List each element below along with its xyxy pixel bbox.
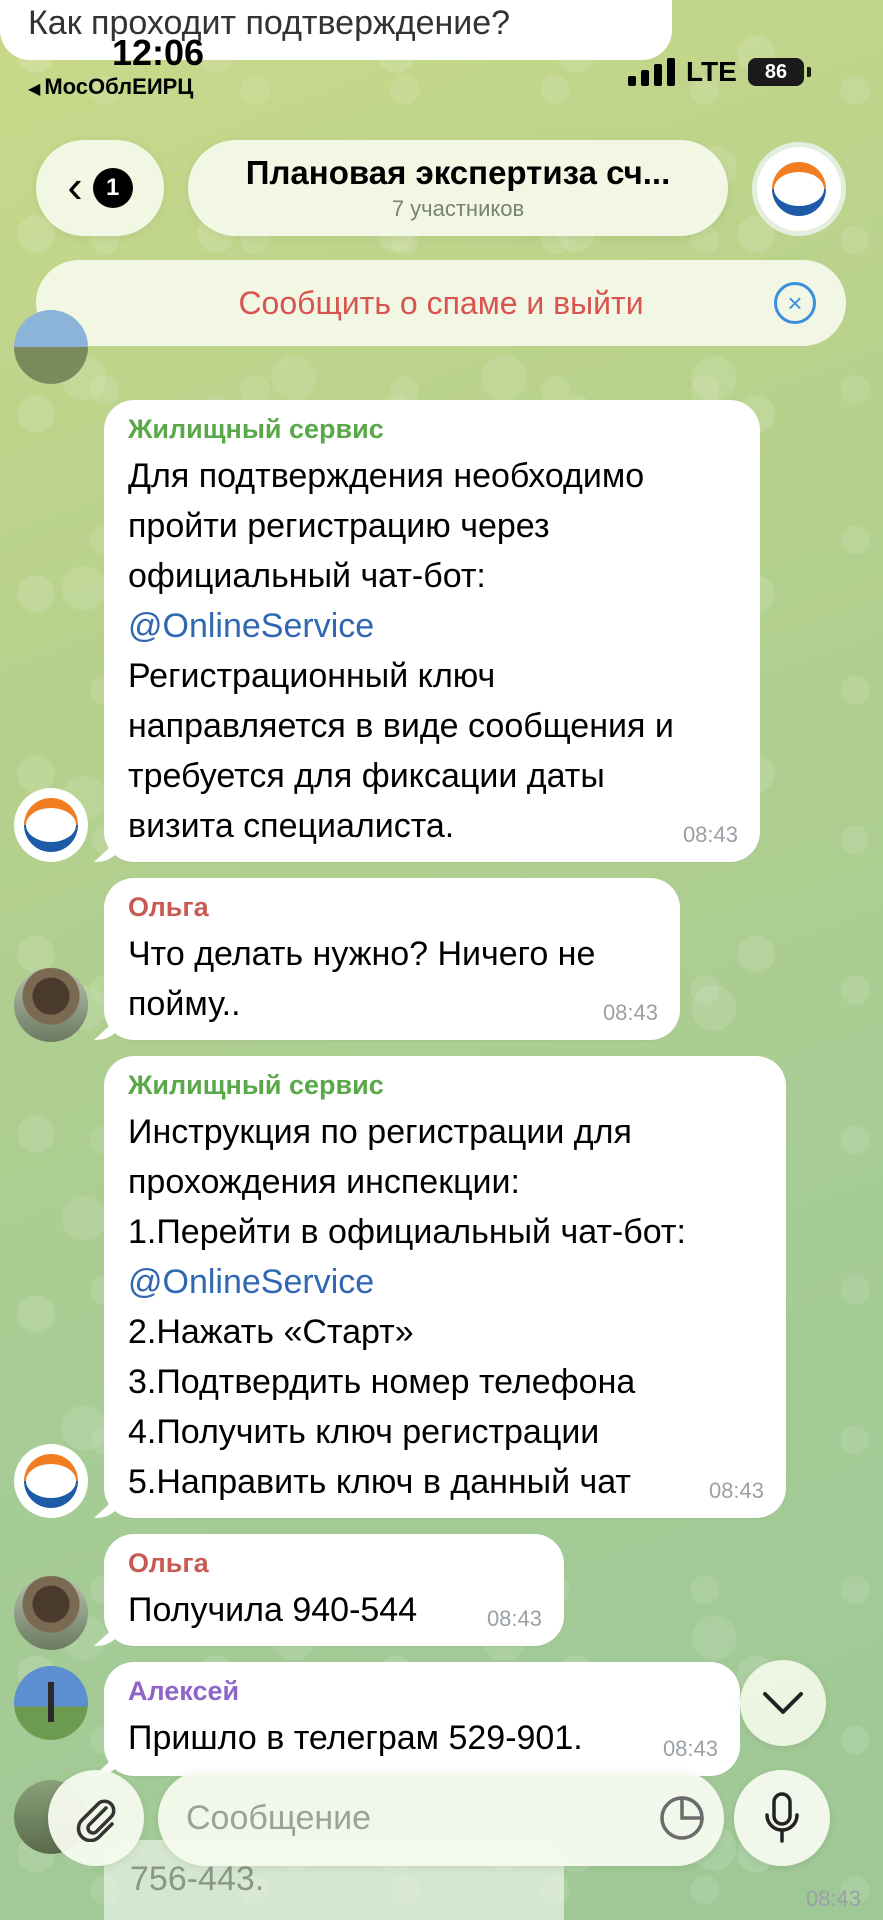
message-bubble: Жилищный сервис Для подтверждения необхо… xyxy=(94,400,760,862)
mes-logo-icon xyxy=(20,794,82,856)
mes-logo-icon xyxy=(20,1450,82,1512)
report-spam-bar[interactable]: Сообщить о спаме и выйти × xyxy=(36,260,846,346)
message-sender[interactable]: Жилищный сервис xyxy=(128,1070,762,1101)
message-text: Пришло в телеграм 529-901. xyxy=(128,1719,583,1757)
back-to-app-icon: ◀ xyxy=(28,81,41,98)
message-time: 08:43 xyxy=(805,1886,861,1911)
message-time: 08:43 xyxy=(602,1000,658,1025)
message-bubble: Ольга Что делать нужно? Ничего не пойму.… xyxy=(94,878,680,1040)
voice-message-button[interactable] xyxy=(734,1770,830,1866)
avatar[interactable] xyxy=(14,788,88,862)
message-bubble: Жилищный сервис Инструкция по регистраци… xyxy=(94,1056,786,1518)
chat-avatar[interactable] xyxy=(752,142,846,236)
chevron-down-icon xyxy=(763,1692,803,1714)
message-time: 08:43 xyxy=(682,822,738,847)
report-spam-label: Сообщить о спаме и выйти xyxy=(238,284,644,321)
microphone-icon xyxy=(765,1792,799,1843)
chat-subtitle: 7 участников xyxy=(391,196,525,221)
message-sender[interactable]: Жилищный сервис xyxy=(128,414,736,445)
avatar[interactable] xyxy=(14,1576,88,1650)
network-type: LTE xyxy=(686,56,737,87)
unread-badge: 1 xyxy=(92,168,133,208)
avatar[interactable] xyxy=(14,1444,88,1518)
bot-link[interactable]: @OnlineService xyxy=(128,1263,374,1301)
chat-title: Плановая экспертиза сч... xyxy=(245,154,671,191)
back-button[interactable]: ‹ 1 xyxy=(36,140,164,236)
close-icon[interactable]: × xyxy=(774,282,816,324)
message-input[interactable] xyxy=(158,1770,724,1866)
avatar[interactable] xyxy=(14,1666,88,1740)
battery-icon: 86 xyxy=(748,58,811,86)
message-bubble: Ольга Получила 940-544 08:43 xyxy=(94,1534,564,1646)
paperclip-icon xyxy=(76,1799,116,1842)
chevron-left-icon: ‹ xyxy=(67,160,83,212)
message-text: Получила 940-544 xyxy=(128,1591,418,1629)
avatar[interactable] xyxy=(14,968,88,1042)
message-text: Как проходит подтверждение? xyxy=(28,4,511,42)
scroll-to-bottom-button[interactable] xyxy=(740,1660,826,1746)
avatar[interactable] xyxy=(14,310,88,384)
signal-icon xyxy=(628,58,675,86)
chat-header[interactable]: Плановая экспертиза сч... 7 участников xyxy=(188,140,728,236)
message-text: Для подтверждения необходимо пройти реги… xyxy=(128,457,674,845)
message-text: Инструкция по регистрации для прохождени… xyxy=(128,1113,686,1501)
attach-button[interactable] xyxy=(48,1770,144,1866)
message-sender[interactable]: Ольга xyxy=(128,892,656,923)
message-sender[interactable]: Алексей xyxy=(128,1676,716,1707)
mes-logo-icon xyxy=(768,158,830,220)
sticker-icon[interactable] xyxy=(656,1792,708,1844)
message-bubble: Алексей Пришло в телеграм 529-901. 08:43 xyxy=(94,1662,740,1776)
message-sender[interactable]: Ольга xyxy=(128,1548,540,1579)
message-text: Что делать нужно? Ничего не пойму.. xyxy=(128,935,596,1023)
status-carrier[interactable]: ◀ МосОблЕИРЦ xyxy=(28,74,193,100)
message-time: 08:43 xyxy=(486,1606,542,1631)
bot-link[interactable]: @OnlineService xyxy=(128,607,374,645)
message-time: 08:43 xyxy=(662,1736,718,1761)
message-time: 08:43 xyxy=(708,1478,764,1503)
